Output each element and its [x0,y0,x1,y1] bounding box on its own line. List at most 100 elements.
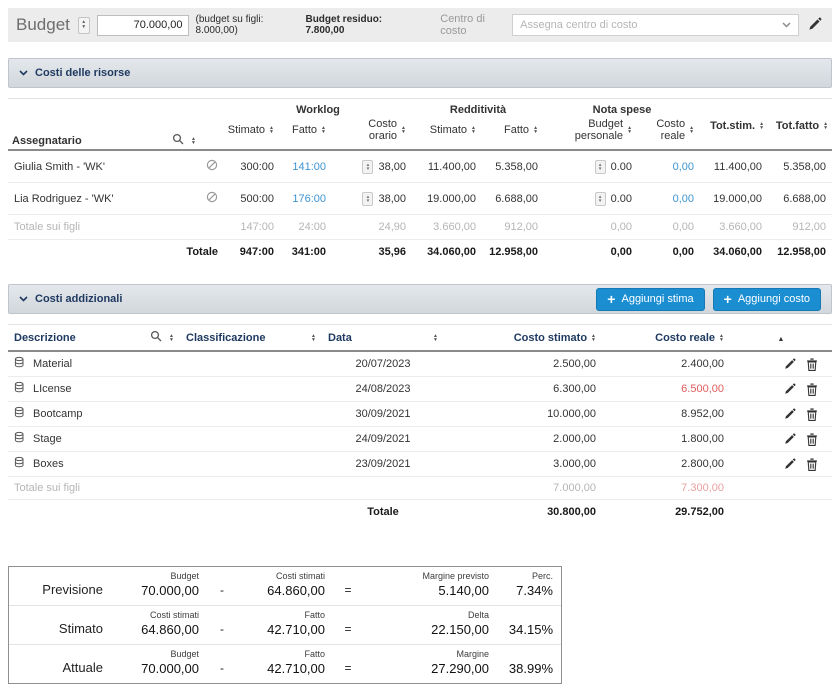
block-icon[interactable] [200,183,224,215]
budget-input[interactable] [97,15,189,36]
hourly-cost-value[interactable]: 38,00 [378,161,406,173]
delete-icon[interactable] [806,433,818,446]
summary-value: 64.860,00 [267,583,325,598]
summary-value: 22.150,00 [431,622,489,637]
col-header-estimated-cost[interactable]: Costo stimato▲▼ [444,325,602,352]
col-header-date[interactable]: Data▲▼ [322,325,444,352]
budget-stepper[interactable]: ▲▼ [78,17,90,34]
real-cost-link[interactable]: 0,00 [673,161,694,173]
col-header-wl-estimated[interactable]: Stimato▲▼ [224,117,280,150]
sort-icon[interactable]: ▲▼ [191,137,196,145]
edit-icon[interactable] [784,458,796,470]
wl-done-link[interactable]: 141:00 [292,161,326,173]
summary-col-header: Costi stimati [276,571,325,581]
sort-icon[interactable]: ▲▼ [169,334,174,342]
wl-done-link[interactable]: 176:00 [292,193,326,205]
personal-budget-value[interactable]: 0.00 [611,161,632,173]
col-header-assignee[interactable]: Assegnatario ▲▼ [8,99,200,151]
col-header-profit-estimated[interactable]: Stimato▲▼ [412,117,482,150]
search-icon[interactable] [150,330,162,345]
col-header-description[interactable]: Descrizione ▲▼ [8,325,180,352]
hourly-cost-value: 35,96 [332,240,412,265]
sort-icon[interactable]: ▲▼ [591,334,596,342]
col-header-real-cost[interactable]: Costo reale▲▼ [602,325,730,352]
cost-estimated: 7.000,00 [444,477,602,500]
real-cost-link[interactable]: 0,00 [673,193,694,205]
add-estimate-button[interactable]: + Aggiungi stima [596,288,704,311]
resource-row: Lia Rodriguez - 'WK' 500:00 176:00 ▲▼ 38,… [8,183,832,215]
col-header-tot-estimated[interactable]: Tot.stim.▲▼ [700,99,768,151]
col-header-classification[interactable]: Classificazione▲▼ [180,325,322,352]
wl-estimated-cell: 947:00 [224,240,280,265]
cost-center-select[interactable]: Assegna centro di costo [512,14,799,36]
cost-description: Boxes [33,458,64,470]
col-header-lock [200,99,224,151]
edit-budget-button[interactable] [806,15,824,36]
col-header-hourly-cost[interactable]: Costo orario▲▼ [332,117,412,150]
cost-icon [14,456,27,472]
sort-icon[interactable]: ▲▼ [759,122,764,130]
personal-budget-value[interactable]: 0.00 [611,193,632,205]
cost-date: 24/09/2021 [322,427,444,452]
add-cost-button[interactable]: + Aggiungi costo [713,288,821,311]
block-icon[interactable] [200,150,224,183]
hourly-cost-stepper[interactable]: ▲▼ [362,192,373,206]
sort-icon[interactable]: ▲▼ [433,334,438,342]
sort-icon[interactable]: ▲▼ [401,126,406,134]
cost-real: 2.800,00 [602,452,730,477]
col-header-personal-budget[interactable]: Budget personale▲▼ [544,117,638,150]
search-icon[interactable] [172,133,184,148]
operator-equals: = [333,567,363,605]
delete-icon[interactable] [806,383,818,396]
delete-icon[interactable] [806,358,818,371]
section-resource-costs[interactable]: Costi delle risorse [8,58,832,88]
col-header-wl-done[interactable]: Fatto▲▼ [280,117,332,150]
group-header-worklog: Worklog [224,99,412,118]
col-header-sort-indicator[interactable]: ▲ [730,325,832,352]
cost-classification [180,402,322,427]
sort-icon[interactable]: ▲▼ [533,126,538,134]
profit-done-cell: 912,00 [482,215,544,240]
cost-date: 23/09/2021 [322,452,444,477]
hourly-cost-value[interactable]: 38,00 [378,193,406,205]
wl-estimated-cell[interactable]: 500:00 [224,183,280,215]
edit-icon[interactable] [784,383,796,395]
edit-icon[interactable] [784,408,796,420]
sort-icon[interactable]: ▲▼ [689,126,694,134]
personal-budget-stepper[interactable]: ▲▼ [595,192,606,206]
hourly-cost-stepper[interactable]: ▲▼ [362,160,373,174]
group-header-profitability: Redditività [412,99,544,118]
sort-icon[interactable]: ▲▼ [719,334,724,342]
delete-icon[interactable] [806,458,818,471]
section-title: Costi addizionali [35,293,122,305]
wl-estimated-cell[interactable]: 300:00 [224,150,280,183]
col-header-profit-done[interactable]: Fatto▲▼ [482,117,544,150]
sort-icon[interactable]: ▲▼ [269,126,274,134]
sort-icon[interactable]: ▲▼ [823,122,828,130]
cost-row: Boxes 23/09/2021 3.000,00 2.800,00 [8,452,832,477]
real-cost-cell: 0,00 [638,215,700,240]
sort-icon[interactable]: ▲▼ [627,126,632,134]
assignee-name: Lia Rodriguez - 'WK' [8,183,200,215]
edit-icon[interactable] [784,358,796,370]
summary-col-header: Budget [170,649,199,659]
sort-icon[interactable]: ▲▼ [471,126,476,134]
summary-cell: Budget 70.000,00 [111,567,207,605]
edit-icon[interactable] [784,433,796,445]
summary-col-header: Margine previsto [422,571,489,581]
col-header-real-cost[interactable]: Costo reale▲▼ [638,117,700,150]
operator-minus: - [207,567,237,605]
cost-estimated: 10.000,00 [444,402,602,427]
cost-classification [180,351,322,377]
sort-icon[interactable]: ▲▼ [321,126,326,134]
summary-row-label: Attuale [9,644,111,683]
cost-description: Bootcamp [33,408,83,420]
cost-estimated: 6.300,00 [444,377,602,402]
grand-total-label: Totale [8,240,224,265]
col-header-tot-done[interactable]: Tot.fatto▲▼ [768,99,832,151]
personal-budget-stepper[interactable]: ▲▼ [595,160,606,174]
cost-estimated: 2.000,00 [444,427,602,452]
sort-icon[interactable]: ▲▼ [311,334,316,342]
section-additional-costs[interactable]: Costi addizionali + Aggiungi stima + Agg… [8,284,832,314]
delete-icon[interactable] [806,408,818,421]
